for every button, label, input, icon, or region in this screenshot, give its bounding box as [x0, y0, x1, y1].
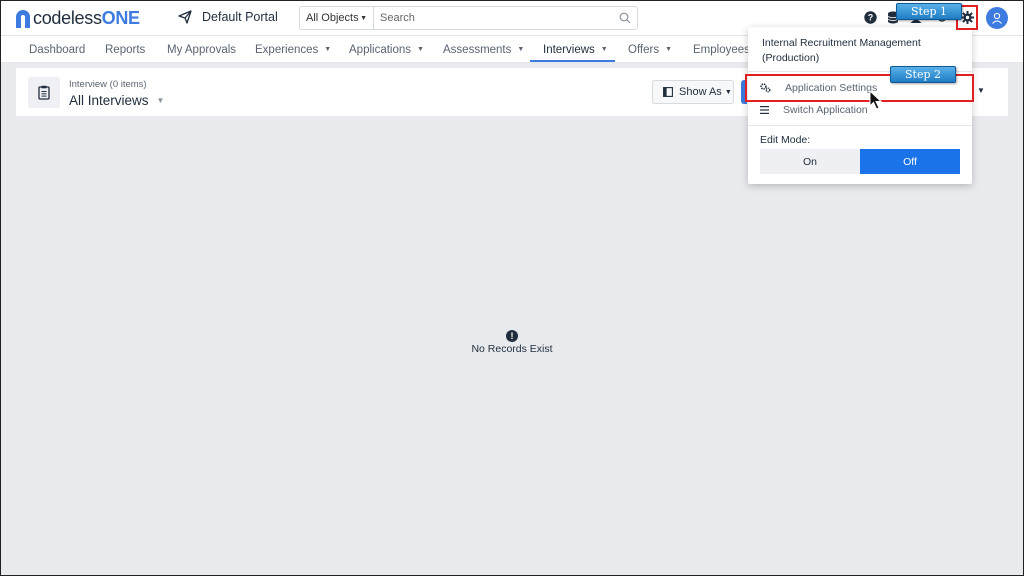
- nav-offers[interactable]: Offers ▼: [628, 36, 672, 63]
- nav-interviews[interactable]: Interviews ▼: [543, 36, 608, 63]
- mouse-cursor-icon: [869, 90, 883, 110]
- nav-applications[interactable]: Applications ▼: [349, 36, 424, 63]
- nav-my-approvals[interactable]: My Approvals: [167, 36, 236, 63]
- logo[interactable]: codeless ONE: [16, 8, 140, 29]
- search-scope-select[interactable]: All Objects ▼: [300, 7, 374, 29]
- dropdown-app-title: Internal Recruitment Management (Product…: [762, 37, 921, 64]
- svg-text:?: ?: [867, 12, 873, 22]
- nav-label: Reports: [105, 43, 146, 56]
- empty-state-message: No Records Exist: [471, 343, 553, 355]
- chevron-down-icon: ▼: [724, 88, 732, 96]
- edit-mode-toggle: On Off: [760, 149, 960, 174]
- active-tab-indicator: [530, 60, 615, 62]
- chevron-down-icon: ▼: [360, 14, 367, 22]
- nav-label: Assessments: [443, 43, 512, 56]
- chevron-down-icon: ▼: [417, 46, 424, 53]
- search-input[interactable]: [374, 7, 613, 29]
- clipboard-icon: [28, 77, 60, 108]
- global-search: All Objects ▼: [299, 6, 638, 30]
- edit-mode-on-button[interactable]: On: [760, 149, 860, 174]
- menu-item-label: Switch Application: [783, 104, 868, 116]
- nav-label: Offers: [628, 43, 660, 56]
- search-icon[interactable]: [613, 7, 637, 29]
- paper-plane-icon: [178, 10, 192, 24]
- nav-experiences[interactable]: Experiences ▼: [255, 36, 331, 63]
- settings-dropdown: Internal Recruitment Management (Product…: [748, 27, 972, 184]
- more-actions-chevron-icon[interactable]: ▼: [977, 86, 985, 95]
- chevron-down-icon: ▼: [665, 46, 673, 53]
- nav-label: Experiences: [255, 43, 319, 56]
- nav-label: Interviews: [543, 43, 595, 56]
- info-icon: !: [506, 330, 518, 342]
- nav-reports[interactable]: Reports: [105, 36, 145, 63]
- nav-dashboard[interactable]: Dashboard: [29, 36, 85, 63]
- chevron-down-icon: ▼: [517, 46, 525, 53]
- chevron-down-icon: ▼: [600, 46, 608, 53]
- view-selector[interactable]: All Interviews ▼: [69, 93, 164, 108]
- page-title: All Interviews: [69, 93, 149, 108]
- avatar[interactable]: [986, 7, 1008, 29]
- nav-label: Employees: [693, 43, 750, 56]
- edit-mode-label: Edit Mode:: [760, 134, 811, 146]
- divider: [748, 125, 972, 126]
- step2-badge: Step 2: [890, 66, 956, 83]
- nav-label: Dashboard: [29, 43, 86, 56]
- show-as-label: Show As: [679, 86, 722, 98]
- nav-assessments[interactable]: Assessments ▼: [443, 36, 524, 63]
- chevron-down-icon: ▼: [324, 46, 332, 53]
- chevron-down-icon: ▼: [156, 96, 165, 105]
- help-icon[interactable]: ?: [862, 9, 878, 25]
- menu-item-switch-application[interactable]: Switch Application: [760, 101, 960, 119]
- list-icon: [760, 106, 769, 114]
- logo-mark-icon: [16, 9, 30, 28]
- portal-label: Default Portal: [202, 10, 278, 24]
- logo-text-part2: ONE: [101, 8, 140, 28]
- avatar-icon: [992, 12, 1002, 24]
- edit-mode-off-button[interactable]: Off: [860, 149, 960, 174]
- search-scope-label: All Objects: [306, 12, 359, 24]
- show-as-button[interactable]: Show As ▼: [652, 80, 734, 104]
- logo-text-part1: codeless: [33, 8, 102, 28]
- nav-employees[interactable]: Employees: [693, 36, 750, 63]
- list-item-count: Interview (0 items): [69, 79, 147, 90]
- nav-label: Applications: [349, 43, 412, 56]
- portal-switcher[interactable]: Default Portal: [178, 10, 278, 24]
- step1-badge: Step 1: [896, 3, 962, 20]
- nav-label: My Approvals: [167, 43, 237, 56]
- layout-icon: [663, 87, 673, 97]
